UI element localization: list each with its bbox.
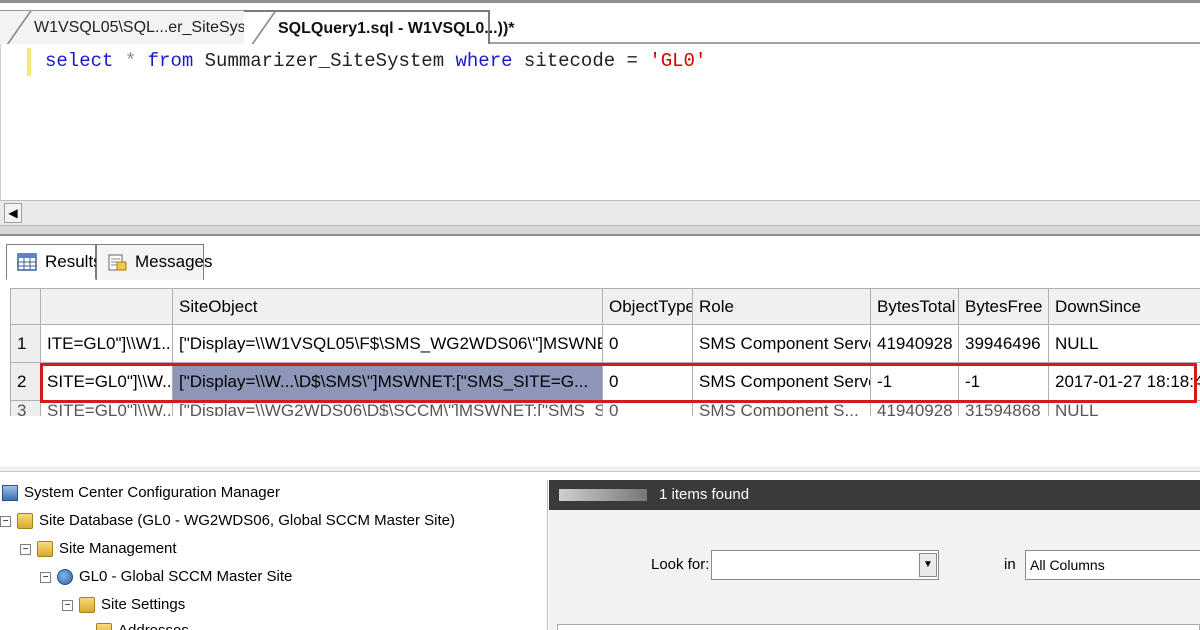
cell-bytesfree[interactable]: -1	[958, 362, 1049, 401]
cell-bytestotal[interactable]: -1	[870, 362, 959, 401]
collapse-icon[interactable]: −	[0, 515, 11, 527]
look-for-label: Look for:	[651, 556, 710, 573]
cell-downsince[interactable]: NULL	[1048, 400, 1200, 416]
results-pane: 1 items found Look for: ▼ in All Columns	[549, 480, 1200, 630]
tab-strip-top-border	[0, 0, 1200, 3]
cell-bytestotal[interactable]: 41940928	[870, 400, 959, 416]
column-header-siteobject[interactable]: SiteObject	[172, 288, 603, 325]
cell-downsince[interactable]: 2017-01-27 18:18:46	[1048, 362, 1200, 401]
console-app-icon	[2, 485, 18, 502]
query-text[interactable]: select * from Summarizer_SiteSystem wher…	[45, 50, 706, 72]
results-tab-strip: Results Messages	[0, 236, 1200, 286]
tab-label: W1VSQL05\SQL...er_SiteSystem	[34, 19, 273, 36]
cell-bytesfree[interactable]: 39946496	[958, 324, 1049, 363]
chevron-down-icon[interactable]: ▼	[919, 553, 937, 577]
column-header-rownum[interactable]	[10, 288, 41, 325]
folder-icon	[96, 623, 112, 630]
row-number[interactable]: 3	[10, 400, 41, 416]
console-toolbar-edge	[0, 466, 1200, 472]
database-folder-icon	[17, 513, 33, 530]
pane-splitter[interactable]	[0, 226, 1200, 236]
column-header-sitekey[interactable]	[40, 288, 173, 325]
cell-sitekey[interactable]: SITE=GL0"]\\W...	[40, 362, 173, 401]
tree-item-master-site[interactable]: − GL0 - Global SCCM Master Site	[40, 564, 292, 590]
changed-line-marker	[27, 48, 31, 76]
keyword-from: from	[147, 50, 194, 72]
keyword-select: select	[45, 50, 114, 72]
tab-label: SQLQuery1.sql - W1VSQL0...))*	[278, 20, 515, 37]
results-grid[interactable]: SiteObject ObjectType Role BytesTotal By…	[10, 288, 1200, 416]
server-name-redacted	[559, 489, 647, 502]
table-row[interactable]: 3 SITE=GL0"]\\W... ["Display=\\WG2WDS06\…	[10, 400, 1200, 416]
column-header-role[interactable]: Role	[692, 288, 871, 325]
tree-item-label: GL0 - Global SCCM Master Site	[79, 568, 293, 585]
cell-downsince[interactable]: NULL	[1048, 324, 1200, 363]
cell-siteobject[interactable]: ["Display=\\W1VSQL05\F$\SMS_WG2WDS06\"]M…	[172, 324, 603, 363]
ssms-window: W1VSQL05\SQL...er_SiteSystem SQLQuery1.s…	[0, 0, 1200, 416]
keyword-where: where	[455, 50, 513, 72]
collapse-icon[interactable]: −	[20, 543, 31, 555]
table-row[interactable]: 2 SITE=GL0"]\\W... ["Display=\\W...\D$\S…	[10, 362, 1200, 401]
tree-item-sccm-root[interactable]: System Center Configuration Manager	[2, 480, 280, 506]
cell-bytesfree[interactable]: 31594868	[958, 400, 1049, 416]
cell-objecttype[interactable]: 0	[602, 362, 693, 401]
console-tree[interactable]: System Center Configuration Manager − Sit…	[0, 480, 548, 630]
column-header-objecttype[interactable]: ObjectType	[602, 288, 693, 325]
tab-sitesystem-query[interactable]: W1VSQL05\SQL...er_SiteSystem	[0, 10, 272, 45]
cell-sitekey[interactable]: SITE=GL0"]\\W...	[40, 400, 173, 416]
cell-role[interactable]: SMS Component S...	[692, 400, 871, 416]
cell-sitekey[interactable]: ITE=GL0"]\\W1...	[40, 324, 173, 363]
query-editor[interactable]: select * from Summarizer_SiteSystem wher…	[0, 44, 1200, 200]
tree-item-label: Site Database (GL0 - WG2WDS06, Global SC…	[39, 512, 455, 529]
column-header-bytestotal[interactable]: BytesTotal	[870, 288, 959, 325]
collapse-icon[interactable]: −	[40, 571, 51, 583]
string-literal: 'GL0'	[649, 50, 707, 72]
select-star: *	[113, 50, 148, 72]
columns-select[interactable]: All Columns	[1025, 550, 1200, 580]
cell-role[interactable]: SMS Component Server	[692, 324, 871, 363]
cell-bytestotal[interactable]: 41940928	[870, 324, 959, 363]
cell-objecttype[interactable]: 0	[602, 400, 693, 416]
tree-item-label: Addresses	[118, 622, 189, 630]
look-for-input[interactable]	[711, 550, 939, 580]
tab-results-label: Results	[45, 252, 102, 271]
tab-messages[interactable]: Messages	[96, 244, 212, 280]
where-condition: sitecode =	[512, 50, 650, 72]
items-found-count: 1 items found	[659, 486, 750, 503]
tab-messages-label: Messages	[135, 252, 213, 271]
site-globe-icon	[57, 569, 73, 586]
table-row[interactable]: 1 ITE=GL0"]\\W1... ["Display=\\W1VSQL05\…	[10, 324, 1200, 363]
grid-header-row: SiteObject ObjectType Role BytesTotal By…	[10, 288, 1200, 325]
row-number[interactable]: 1	[10, 324, 41, 363]
scroll-left-icon[interactable]: ◀	[4, 203, 22, 223]
row-number[interactable]: 2	[10, 362, 41, 401]
results-pane-header: 1 items found	[549, 480, 1200, 510]
cell-siteobject[interactable]: ["Display=\\WG2WDS06\D$\SCCM\"]MSWNET:["…	[172, 400, 603, 416]
column-header-bytesfree[interactable]: BytesFree	[958, 288, 1049, 325]
tree-item-label: System Center Configuration Manager	[24, 484, 280, 501]
tab-results[interactable]: Results	[6, 244, 102, 280]
messages-icon	[108, 254, 127, 271]
tree-item-site-settings[interactable]: − Site Settings	[62, 592, 185, 618]
cell-objecttype[interactable]: 0	[602, 324, 693, 363]
column-header-downsince[interactable]: DownSince	[1048, 288, 1200, 325]
cell-role[interactable]: SMS Component Server	[692, 362, 871, 401]
folder-icon	[79, 597, 95, 614]
result-list-header	[557, 624, 1200, 630]
document-tab-strip: W1VSQL05\SQL...er_SiteSystem SQLQuery1.s…	[0, 0, 1200, 46]
tree-item-label: Site Settings	[101, 596, 186, 613]
grid-icon	[17, 253, 37, 271]
cell-siteobject-selected[interactable]: ["Display=\\W...\D$\SMS\"]MSWNET:["SMS_S…	[172, 362, 603, 401]
sccm-console: System Center Configuration Manager − Sit…	[0, 466, 1200, 630]
tree-item-site-management[interactable]: − Site Management	[20, 536, 177, 562]
tree-item-addresses[interactable]: Addresses	[96, 618, 189, 630]
tab-sqlquery1[interactable]: SQLQuery1.sql - W1VSQL0...))*	[244, 10, 515, 46]
tree-item-label: Site Management	[59, 540, 177, 557]
tree-item-site-database[interactable]: − Site Database (GL0 - WG2WDS06, Global S…	[0, 508, 455, 534]
folder-icon	[37, 541, 53, 558]
horizontal-scrollbar[interactable]: ◀	[0, 200, 1200, 226]
table-name: Summarizer_SiteSystem	[193, 50, 456, 72]
in-label: in	[1004, 556, 1016, 573]
collapse-icon[interactable]: −	[62, 599, 73, 611]
